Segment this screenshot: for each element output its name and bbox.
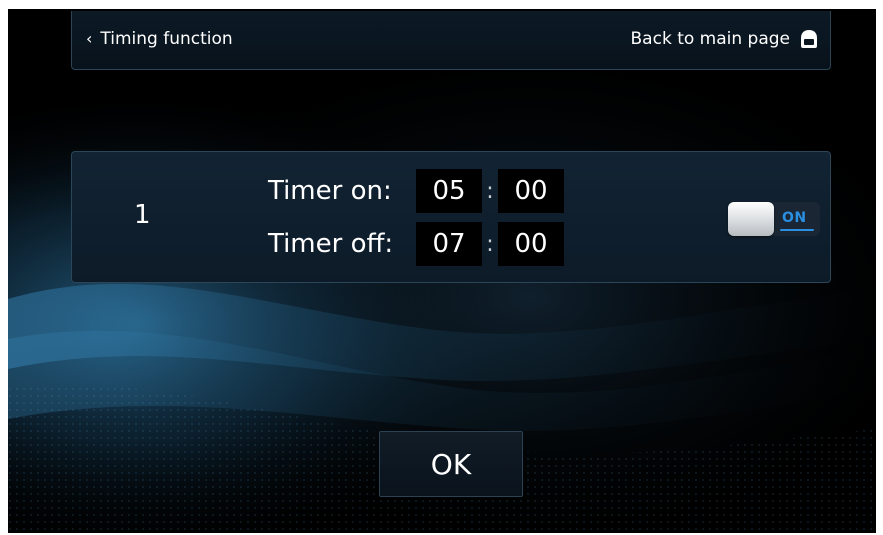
timer-on-minute[interactable]: 00 xyxy=(498,169,564,213)
page-title: Timing function xyxy=(100,29,233,49)
timer-panel: 1 Timer on: 05 : 00 Timer off: 07 : 00 O… xyxy=(71,151,831,283)
back-to-main-button[interactable]: Back to main page xyxy=(631,26,820,52)
timer-index: 1 xyxy=(134,200,151,230)
toggle-knob xyxy=(728,202,774,236)
screen: ‹ Timing function Back to main page 1 Ti… xyxy=(8,9,876,533)
toggle-indicator-line xyxy=(780,229,814,231)
timer-off-hour[interactable]: 07 xyxy=(416,222,482,266)
timer-off-row: Timer off: 07 : 00 xyxy=(268,222,564,266)
timer-on-label: Timer on: xyxy=(268,176,392,206)
timer-on-row: Timer on: 05 : 00 xyxy=(268,169,564,213)
home-icon xyxy=(801,30,817,48)
ok-button[interactable]: OK xyxy=(379,431,523,497)
timer-off-minute[interactable]: 00 xyxy=(498,222,564,266)
toggle-label: ON xyxy=(782,210,807,226)
chevron-left-icon: ‹ xyxy=(86,29,93,48)
header-bar: ‹ Timing function Back to main page xyxy=(71,11,831,70)
back-button[interactable]: ‹ Timing function xyxy=(86,26,233,52)
timer-off-separator: : xyxy=(486,231,494,257)
timer-off-label: Timer off: xyxy=(268,229,394,259)
timer-toggle[interactable]: ON xyxy=(728,202,820,236)
timer-on-hour[interactable]: 05 xyxy=(416,169,482,213)
timer-on-separator: : xyxy=(486,178,494,204)
back-to-main-label: Back to main page xyxy=(630,29,790,49)
